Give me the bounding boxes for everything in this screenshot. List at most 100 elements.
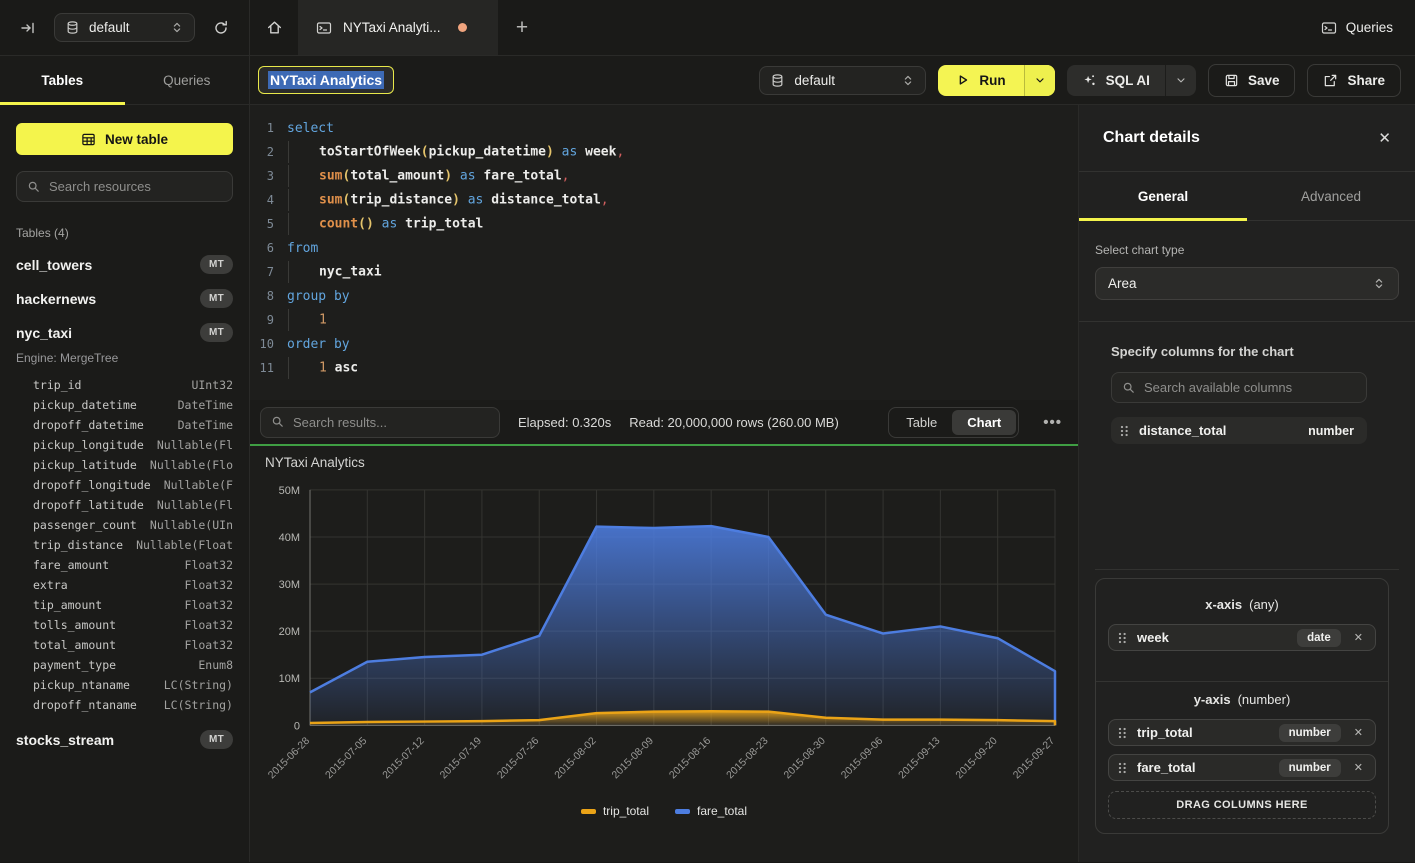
code-text: toStartOfWeek(pickup_datetime) as week,	[287, 141, 624, 163]
table-item-nyc_taxi[interactable]: nyc_taxiMT	[16, 323, 233, 342]
column-type: Nullable(Flo	[150, 458, 233, 472]
drag-handle-icon[interactable]	[1120, 424, 1129, 438]
remove-column-icon[interactable]: ✕	[1351, 761, 1366, 774]
drag-handle-icon[interactable]	[1118, 726, 1127, 740]
column-row[interactable]: pickup_latitudeNullable(Flo	[33, 455, 233, 475]
search-columns-input[interactable]	[1144, 380, 1356, 395]
column-row[interactable]: dropoff_longitudeNullable(F	[33, 475, 233, 495]
new-table-button[interactable]: New table	[16, 123, 233, 155]
sql-ai-options-chevron[interactable]	[1165, 65, 1196, 96]
table-item-hackernews[interactable]: hackernewsMT	[16, 289, 233, 308]
run-button[interactable]: Run	[938, 65, 1023, 96]
tab-title: NYTaxi Analyti...	[343, 20, 441, 35]
column-row[interactable]: dropoff_latitudeNullable(Fl	[33, 495, 233, 515]
tab-advanced-label: Advanced	[1301, 189, 1361, 204]
tab-advanced[interactable]: Advanced	[1247, 172, 1415, 220]
column-row[interactable]: passenger_countNullable(UIn	[33, 515, 233, 535]
tab-tables-label: Tables	[41, 73, 83, 88]
column-row[interactable]: extraFloat32	[33, 575, 233, 595]
results-search[interactable]	[260, 407, 500, 438]
line-number: 3	[250, 169, 274, 183]
svg-text:2015-07-26: 2015-07-26	[496, 736, 542, 782]
tab-general[interactable]: General	[1079, 172, 1247, 220]
table-engine-badge: MT	[200, 730, 233, 749]
save-button[interactable]: Save	[1208, 64, 1296, 97]
toggle-table-view[interactable]: Table	[891, 410, 952, 435]
column-row[interactable]: trip_idUInt32	[33, 375, 233, 395]
code-line: 7nyc_taxi	[250, 260, 1078, 284]
collapse-sidebar-icon[interactable]	[14, 14, 42, 42]
table-engine-badge: MT	[200, 255, 233, 274]
sql-editor[interactable]: 1select2toStartOfWeek(pickup_datetime) a…	[250, 105, 1078, 400]
column-row[interactable]: fare_amountFloat32	[33, 555, 233, 575]
sql-ai-button[interactable]: SQL AI	[1067, 65, 1165, 96]
column-row[interactable]: pickup_datetimeDateTime	[33, 395, 233, 415]
chart-details-panel: Chart details ✕ General Advanced Select …	[1078, 105, 1415, 862]
column-name: pickup_longitude	[33, 438, 144, 452]
remove-column-icon[interactable]: ✕	[1351, 631, 1366, 644]
column-type: Float32	[185, 558, 233, 572]
x-axis-label: x-axis	[1205, 597, 1242, 612]
close-icon[interactable]: ✕	[1378, 129, 1391, 147]
code-line: 91	[250, 308, 1078, 332]
search-results-input[interactable]	[293, 415, 489, 430]
y-axis-label: y-axis	[1194, 692, 1231, 707]
drag-handle-icon[interactable]	[1118, 761, 1127, 775]
chart-pane[interactable]: 010M20M30M40M50M2015-06-282015-07-052015…	[250, 444, 1078, 862]
chart-type-select[interactable]: Area	[1095, 267, 1399, 300]
tab-tables[interactable]: Tables	[0, 56, 125, 104]
toolbar-database-selector[interactable]: default	[759, 66, 926, 95]
column-name: tolls_amount	[33, 618, 116, 632]
rows-read-stats: Read: 20,000,000 rows (260.00 MB)	[629, 415, 839, 430]
tab-queries[interactable]: Queries	[125, 56, 250, 104]
column-row[interactable]: total_amountFloat32	[33, 635, 233, 655]
editor-column: 1select2toStartOfWeek(pickup_datetime) a…	[250, 105, 1078, 862]
sidebar-search[interactable]	[16, 171, 233, 202]
svg-text:2015-08-23: 2015-08-23	[725, 736, 771, 782]
share-button[interactable]: Share	[1307, 64, 1401, 97]
database-selector[interactable]: default	[54, 13, 195, 42]
column-chip-fare_total[interactable]: fare_totalnumber✕	[1108, 754, 1376, 781]
columns-search[interactable]	[1111, 372, 1367, 403]
tab-nytaxi-analytics[interactable]: NYTaxi Analyti...	[298, 0, 498, 55]
column-row[interactable]: dropoff_ntanameLC(String)	[33, 695, 233, 715]
column-type: Float32	[185, 638, 233, 652]
more-options-icon[interactable]: •••	[1037, 414, 1068, 431]
column-row[interactable]: payment_typeEnum8	[33, 655, 233, 675]
indent-guide	[288, 189, 319, 211]
run-options-chevron[interactable]	[1024, 65, 1055, 96]
svg-text:2015-07-19: 2015-07-19	[438, 736, 484, 782]
table-item-cell_towers[interactable]: cell_towers MT	[16, 255, 233, 274]
column-row[interactable]: pickup_longitudeNullable(Fl	[33, 435, 233, 455]
search-resources-input[interactable]	[49, 179, 222, 194]
column-row[interactable]: tip_amountFloat32	[33, 595, 233, 615]
legend-item-trip_total[interactable]: trip_total	[581, 804, 649, 818]
home-icon[interactable]	[250, 0, 298, 55]
columns-group: Specify columns for the chart distance_t…	[1111, 344, 1367, 444]
remove-column-icon[interactable]: ✕	[1351, 726, 1366, 739]
drag-columns-dropzone[interactable]: DRAG COLUMNS HERE	[1108, 791, 1376, 819]
query-title-input[interactable]: NYTaxi Analytics	[258, 66, 394, 94]
column-row[interactable]: dropoff_datetimeDateTime	[33, 415, 233, 435]
column-chip-trip_total[interactable]: trip_totalnumber✕	[1108, 719, 1376, 746]
drag-handle-icon[interactable]	[1118, 631, 1127, 645]
column-row[interactable]: trip_distanceNullable(Float	[33, 535, 233, 555]
column-chip-week[interactable]: weekdate✕	[1108, 624, 1376, 651]
new-tab-icon[interactable]: +	[498, 0, 546, 55]
code-text: nyc_taxi	[287, 261, 382, 283]
queries-button[interactable]: Queries	[1299, 0, 1415, 55]
table-name: cell_towers	[16, 257, 92, 273]
column-row[interactable]: tolls_amountFloat32	[33, 615, 233, 635]
code-text: order by	[287, 337, 350, 352]
svg-text:40M: 40M	[279, 532, 300, 544]
toggle-chart-view[interactable]: Chart	[952, 410, 1016, 435]
legend-item-fare_total[interactable]: fare_total	[675, 804, 747, 818]
column-row[interactable]: pickup_ntanameLC(String)	[33, 675, 233, 695]
refresh-icon[interactable]	[207, 14, 235, 42]
sql-ai-label: SQL AI	[1106, 73, 1150, 88]
x-axis-hint: (any)	[1249, 597, 1279, 612]
sparkles-icon	[1082, 73, 1097, 88]
column-chip-distance_total[interactable]: distance_totalnumber	[1111, 417, 1367, 444]
line-number: 10	[250, 337, 274, 351]
table-item-stocks_stream[interactable]: stocks_streamMT	[16, 730, 233, 749]
